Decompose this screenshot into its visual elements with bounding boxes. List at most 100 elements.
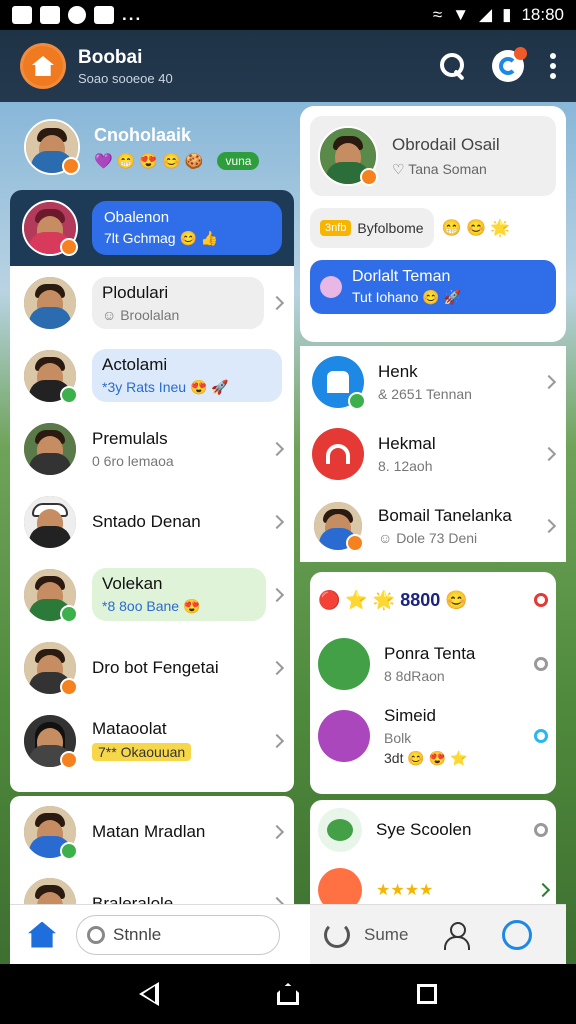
- system-home-icon[interactable]: [277, 983, 299, 1005]
- avatar: [22, 712, 78, 769]
- list-item[interactable]: Ponra Tenta 8 8dRaon: [310, 628, 556, 700]
- list-item[interactable]: Sye Scoolen: [310, 800, 556, 860]
- nav-label[interactable]: Sume: [364, 925, 408, 945]
- list-item[interactable]: Volekan *8 8oo Bane 😍: [10, 558, 294, 631]
- status-overflow: ...: [122, 5, 143, 24]
- contact-name: Simeid: [384, 705, 436, 725]
- home-icon[interactable]: [28, 921, 56, 948]
- status-badge: [60, 604, 78, 623]
- avatar: [22, 347, 78, 404]
- list-item[interactable]: Actolami *3y Rats Ineu 😍 🚀: [10, 339, 294, 412]
- contact-sub: & 2651 Tennan: [378, 386, 472, 402]
- contact-name: Sye Scoolen: [376, 820, 472, 839]
- contact-name: Dro bot Fengetai: [92, 657, 219, 677]
- bubble-line2: Tut Iohano: [352, 289, 419, 305]
- chevron-right-icon[interactable]: [541, 518, 557, 534]
- chevron-right-icon[interactable]: [269, 441, 285, 456]
- contact-sub: 7** Okaouuan: [92, 743, 192, 761]
- right-chat-list: Henk & 2651 Tennan Hekmal 8. 12aoh Bomai…: [300, 346, 566, 562]
- contact-header[interactable]: Obrodail Osail ♡ Tana Soman: [310, 116, 556, 196]
- back-icon[interactable]: [139, 982, 159, 1006]
- group-label: 8800: [400, 589, 441, 610]
- status-ring: [534, 823, 548, 837]
- contact-name: Bomail Tanelanka: [378, 506, 512, 525]
- chevron-right-icon[interactable]: [535, 882, 551, 898]
- avatar: [22, 200, 78, 256]
- avatar: [22, 639, 78, 696]
- message-icon: [40, 6, 60, 24]
- signal-icon: ◢: [479, 5, 493, 24]
- flower-icon: [320, 276, 342, 298]
- search-icon[interactable]: [440, 53, 466, 79]
- bubble-line2: 7lt Gchmag: [104, 230, 176, 246]
- group-header[interactable]: 🔴 ⭐ 🌟 8800 😊: [310, 572, 556, 628]
- emoji-cluster: 🔴 ⭐ 🌟: [318, 589, 396, 610]
- app-titles: Boobai Soao sooeoe 40: [78, 47, 173, 86]
- vibrate-icon: ≈: [432, 5, 443, 24]
- tag-text: Byfolbome: [357, 220, 424, 236]
- search-input[interactable]: Stnnle: [76, 914, 280, 955]
- chat-list: Plodulari ☺ Broolalan Actolami *3y Rats …: [10, 266, 294, 792]
- list-item[interactable]: Henk & 2651 Tennan: [300, 346, 566, 418]
- status-pill: vuna: [217, 151, 260, 170]
- list-item[interactable]: Premulals 0 6ro lemaoa: [10, 412, 294, 485]
- chevron-right-icon[interactable]: [269, 514, 285, 529]
- list-item[interactable]: Plodulari ☺ Broolalan: [10, 266, 294, 339]
- contact-name: Actolami: [102, 355, 168, 374]
- emoji-reactions: 😁 😊 🌟: [441, 220, 511, 237]
- home-logo-icon[interactable]: [20, 43, 66, 89]
- chevron-right-icon[interactable]: [269, 733, 285, 748]
- app-icon: [318, 710, 370, 762]
- list-item[interactable]: Matan Mradlan: [10, 796, 294, 868]
- chevron-right-icon[interactable]: [541, 446, 557, 462]
- list-item[interactable]: Sntado Denan: [10, 485, 294, 558]
- status-left-icons: ...: [12, 5, 142, 25]
- contact-name: Cnoholaaik: [94, 124, 192, 145]
- chat-app-icon: [318, 808, 362, 852]
- list-item[interactable]: Mataoolat 7** Okaouuan: [10, 704, 294, 777]
- contact-sub: *3y Rats Ineu: [102, 379, 187, 395]
- list-item[interactable]: Dro bot Fengetai: [10, 631, 294, 704]
- account-icon[interactable]: [492, 47, 527, 82]
- top-contact[interactable]: Cnoholaaik 💜 😁 😍 😊 🍪 vuna: [10, 104, 294, 190]
- person-icon[interactable]: [444, 921, 471, 950]
- status-badge: [62, 157, 80, 175]
- rating-stars: ★★★★: [376, 882, 434, 899]
- bubble-line1: Obalenon: [104, 209, 170, 226]
- status-badge: [60, 385, 78, 404]
- message-bubble[interactable]: Dorlalt Teman Tut Iohano 😊 🚀: [310, 260, 556, 314]
- status-badge: [60, 677, 78, 696]
- system-nav-bar: [0, 964, 576, 1024]
- status-ring: [534, 593, 548, 607]
- recents-icon[interactable]: [417, 984, 437, 1004]
- status-right: ≈ ▼ ◢ ▮ 18:80: [433, 5, 564, 25]
- chevron-right-icon[interactable]: [269, 824, 285, 840]
- support-agent-icon[interactable]: [502, 919, 533, 950]
- chevron-right-icon[interactable]: [269, 587, 285, 602]
- more-options-icon[interactable]: [550, 53, 556, 79]
- list-item[interactable]: Bomail Tanelanka ☺ Dole 73 Deni: [300, 490, 566, 562]
- contact-name: Matan Mradlan: [92, 822, 206, 841]
- contact-sub: Dole 73 Deni: [396, 530, 478, 546]
- list-item[interactable]: Simeid Bolk 3dt 😊 😍 ⭐: [310, 700, 556, 772]
- app-icon: [312, 428, 364, 480]
- chevron-right-icon[interactable]: [269, 295, 285, 310]
- left-panel: Cnoholaaik 💜 😁 😍 😊 🍪 vuna Obalenon 7lt Gchma…: [10, 104, 294, 964]
- tag-pill[interactable]: 3nfb Byfolbome: [310, 208, 434, 248]
- refresh-icon[interactable]: [324, 921, 350, 948]
- app-bar: Boobai Soao sooeoe 40: [0, 30, 576, 102]
- list-item[interactable]: Hekmal 8. 12aoh: [300, 418, 566, 490]
- message-bubble: Volekan *8 8oo Bane 😍: [92, 568, 266, 621]
- chevron-right-icon[interactable]: [541, 374, 557, 390]
- contact-sub: 8 8dRaon: [384, 668, 445, 684]
- header-name: Obrodail Osail: [392, 134, 500, 154]
- contact-name: Henk: [378, 362, 418, 381]
- chevron-right-icon[interactable]: [269, 660, 285, 675]
- contact-name: Volekan: [102, 574, 163, 593]
- selected-chat-row[interactable]: Obalenon 7lt Gchmag 😊 👍: [10, 190, 294, 266]
- avatar: [318, 126, 378, 186]
- app-title: Boobai: [78, 46, 143, 68]
- message-bubble: Obalenon 7lt Gchmag 😊 👍: [92, 201, 282, 255]
- emoji-row: 💜 😁 😍 😊 🍪 vuna: [94, 151, 260, 170]
- status-bar: ... ≈ ▼ ◢ ▮ 18:80: [0, 0, 576, 30]
